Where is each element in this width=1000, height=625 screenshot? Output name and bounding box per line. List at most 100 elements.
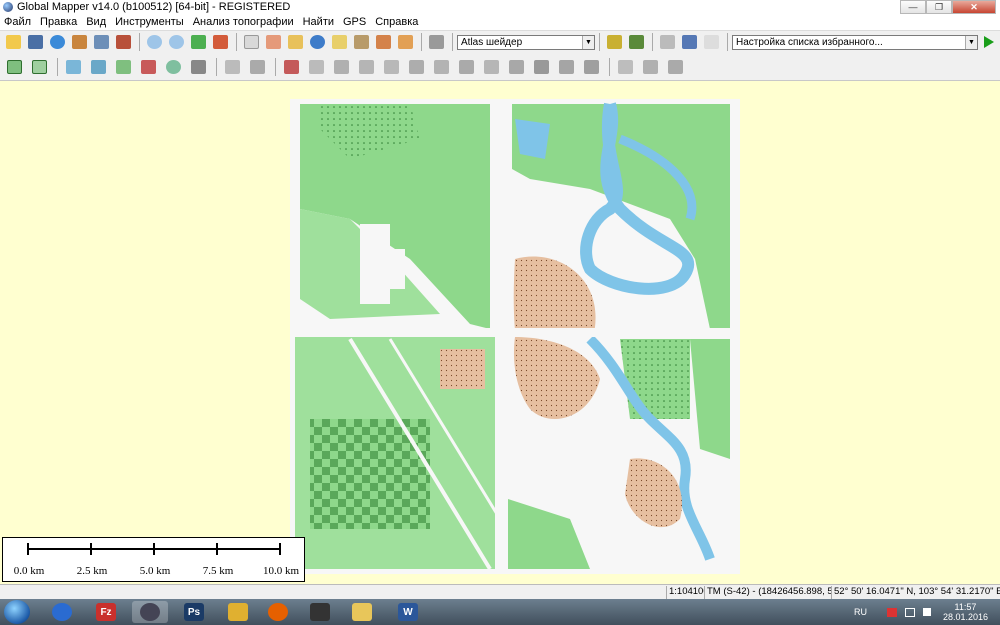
- save-icon: [28, 35, 43, 49]
- digitize-button-15[interactable]: [380, 55, 402, 79]
- config-button[interactable]: [113, 32, 134, 52]
- taskbar-world-of-tanks[interactable]: [302, 601, 338, 623]
- topographic-map[interactable]: [290, 99, 740, 574]
- digitize-button-14[interactable]: [355, 55, 377, 79]
- global-mapper-icon: [140, 603, 160, 621]
- taskbar-global-mapper[interactable]: [132, 601, 168, 623]
- clearing: [440, 349, 485, 389]
- digitize-button-23[interactable]: [580, 55, 602, 79]
- toolbar-separator: [275, 57, 276, 76]
- view-shed-button[interactable]: [395, 32, 416, 52]
- taskbar-file-explorer[interactable]: [344, 601, 380, 623]
- digitize-button-5[interactable]: [112, 55, 134, 79]
- filezilla-icon: Fz: [96, 603, 116, 621]
- volume-icon[interactable]: [922, 608, 931, 616]
- digitize-button-8[interactable]: [187, 55, 209, 79]
- taskbar-firefox[interactable]: [260, 601, 296, 623]
- profile-icon: [376, 35, 391, 49]
- digitize-button-10[interactable]: [246, 55, 268, 79]
- shader-options-button[interactable]: [604, 32, 625, 52]
- taskbar-word[interactable]: W: [390, 601, 426, 623]
- measure-tool-button[interactable]: [285, 32, 306, 52]
- scale-label: 0.0 km: [13, 565, 45, 577]
- image-swap-button[interactable]: [329, 32, 350, 52]
- tool-button-flag[interactable]: [657, 32, 678, 52]
- menu-view[interactable]: Вид: [86, 16, 106, 28]
- save-button[interactable]: [25, 32, 46, 52]
- digitize-button-21[interactable]: [530, 55, 552, 79]
- digitize-button-24[interactable]: [614, 55, 636, 79]
- close-button[interactable]: ✕: [952, 0, 996, 14]
- windows-start-icon[interactable]: [4, 600, 30, 624]
- menu-tools[interactable]: Инструменты: [115, 16, 184, 28]
- taskbar-photoshop[interactable]: Ps: [176, 601, 212, 623]
- menu-bar: Файл Правка Вид Инструменты Анализ топог…: [0, 14, 1000, 30]
- home-button[interactable]: [210, 32, 231, 52]
- document-icon: [94, 35, 109, 49]
- digitize-button-12[interactable]: [305, 55, 327, 79]
- zoom-out-button[interactable]: [166, 32, 187, 52]
- 3d-view-button[interactable]: [426, 32, 447, 52]
- flag-icon[interactable]: [886, 607, 897, 617]
- digitize-button-20[interactable]: [505, 55, 527, 79]
- toolbar-separator: [599, 33, 600, 51]
- zoom-in-button[interactable]: [144, 32, 165, 52]
- taskbar-google-earth[interactable]: [44, 601, 80, 623]
- open-online-button[interactable]: [47, 32, 68, 52]
- chevron-down-icon[interactable]: ▼: [965, 35, 977, 49]
- digitize-button-25[interactable]: [639, 55, 661, 79]
- play-icon[interactable]: [984, 36, 994, 48]
- open-button[interactable]: [3, 32, 24, 52]
- network-icon[interactable]: [904, 607, 915, 617]
- zoom-full-button[interactable]: [188, 32, 209, 52]
- digitize-button-4[interactable]: [87, 55, 109, 79]
- menu-edit[interactable]: Правка: [40, 16, 77, 28]
- circle-icon: [165, 59, 181, 74]
- tool-button-5[interactable]: [91, 32, 112, 52]
- digitize-button-11[interactable]: [280, 55, 302, 79]
- digitize-button-16[interactable]: [405, 55, 427, 79]
- tool-button-book[interactable]: [679, 32, 700, 52]
- geographic-coordinates: 52° 50' 16.0471" N, 103° 54' 31.2170" E: [831, 586, 1000, 599]
- maximize-button[interactable]: ❐: [926, 0, 952, 14]
- menu-gps[interactable]: GPS: [343, 16, 366, 28]
- select-tool-button[interactable]: [241, 32, 262, 52]
- digitize-button-7[interactable]: [162, 55, 184, 79]
- menu-file[interactable]: Файл: [4, 16, 31, 28]
- digitize-button-18[interactable]: [455, 55, 477, 79]
- tool-button-4[interactable]: [69, 32, 90, 52]
- path-profile-button[interactable]: [373, 32, 394, 52]
- minimize-button[interactable]: —: [900, 0, 926, 14]
- 3d-mode-button[interactable]: [626, 32, 647, 52]
- chevron-down-icon[interactable]: ▼: [582, 35, 594, 49]
- digitize-button-6[interactable]: [137, 55, 159, 79]
- digitize-button-9[interactable]: [221, 55, 243, 79]
- zoom-full-icon: [191, 35, 206, 49]
- create-line-button[interactable]: [28, 55, 50, 79]
- taskbar-app-yellow[interactable]: [220, 601, 256, 623]
- clock[interactable]: 11:57 28.01.2016: [943, 602, 988, 622]
- language-indicator[interactable]: RU: [854, 607, 867, 617]
- favorites-select[interactable]: Настройка списка избранного... ▼: [732, 34, 978, 50]
- menu-search[interactable]: Найти: [303, 16, 334, 28]
- digitize-button-22[interactable]: [555, 55, 577, 79]
- tool-button-star[interactable]: [701, 32, 722, 52]
- digitize-button-3[interactable]: [62, 55, 84, 79]
- menu-terrain-analysis[interactable]: Анализ топографии: [193, 16, 294, 28]
- tank-icon: [310, 603, 330, 621]
- info-tool-button[interactable]: [307, 32, 328, 52]
- digitize-button-17[interactable]: [430, 55, 452, 79]
- digitizer-button[interactable]: [351, 32, 372, 52]
- digitize-button-26[interactable]: [664, 55, 686, 79]
- digitize-button-19[interactable]: [480, 55, 502, 79]
- digitize-button-13[interactable]: [330, 55, 352, 79]
- range-ring-icon: [115, 59, 131, 74]
- firefox-icon: [268, 603, 288, 621]
- map-canvas[interactable]: 0.0 km 2.5 km 5.0 km 7.5 km 10.0 km: [0, 82, 1000, 584]
- zoom-in-icon: [147, 35, 162, 49]
- taskbar-filezilla[interactable]: Fz: [88, 601, 124, 623]
- pan-tool-button[interactable]: [263, 32, 284, 52]
- create-area-button[interactable]: [3, 55, 25, 79]
- menu-help[interactable]: Справка: [375, 16, 418, 28]
- shader-select[interactable]: Atlas шейдер ▼: [457, 34, 595, 50]
